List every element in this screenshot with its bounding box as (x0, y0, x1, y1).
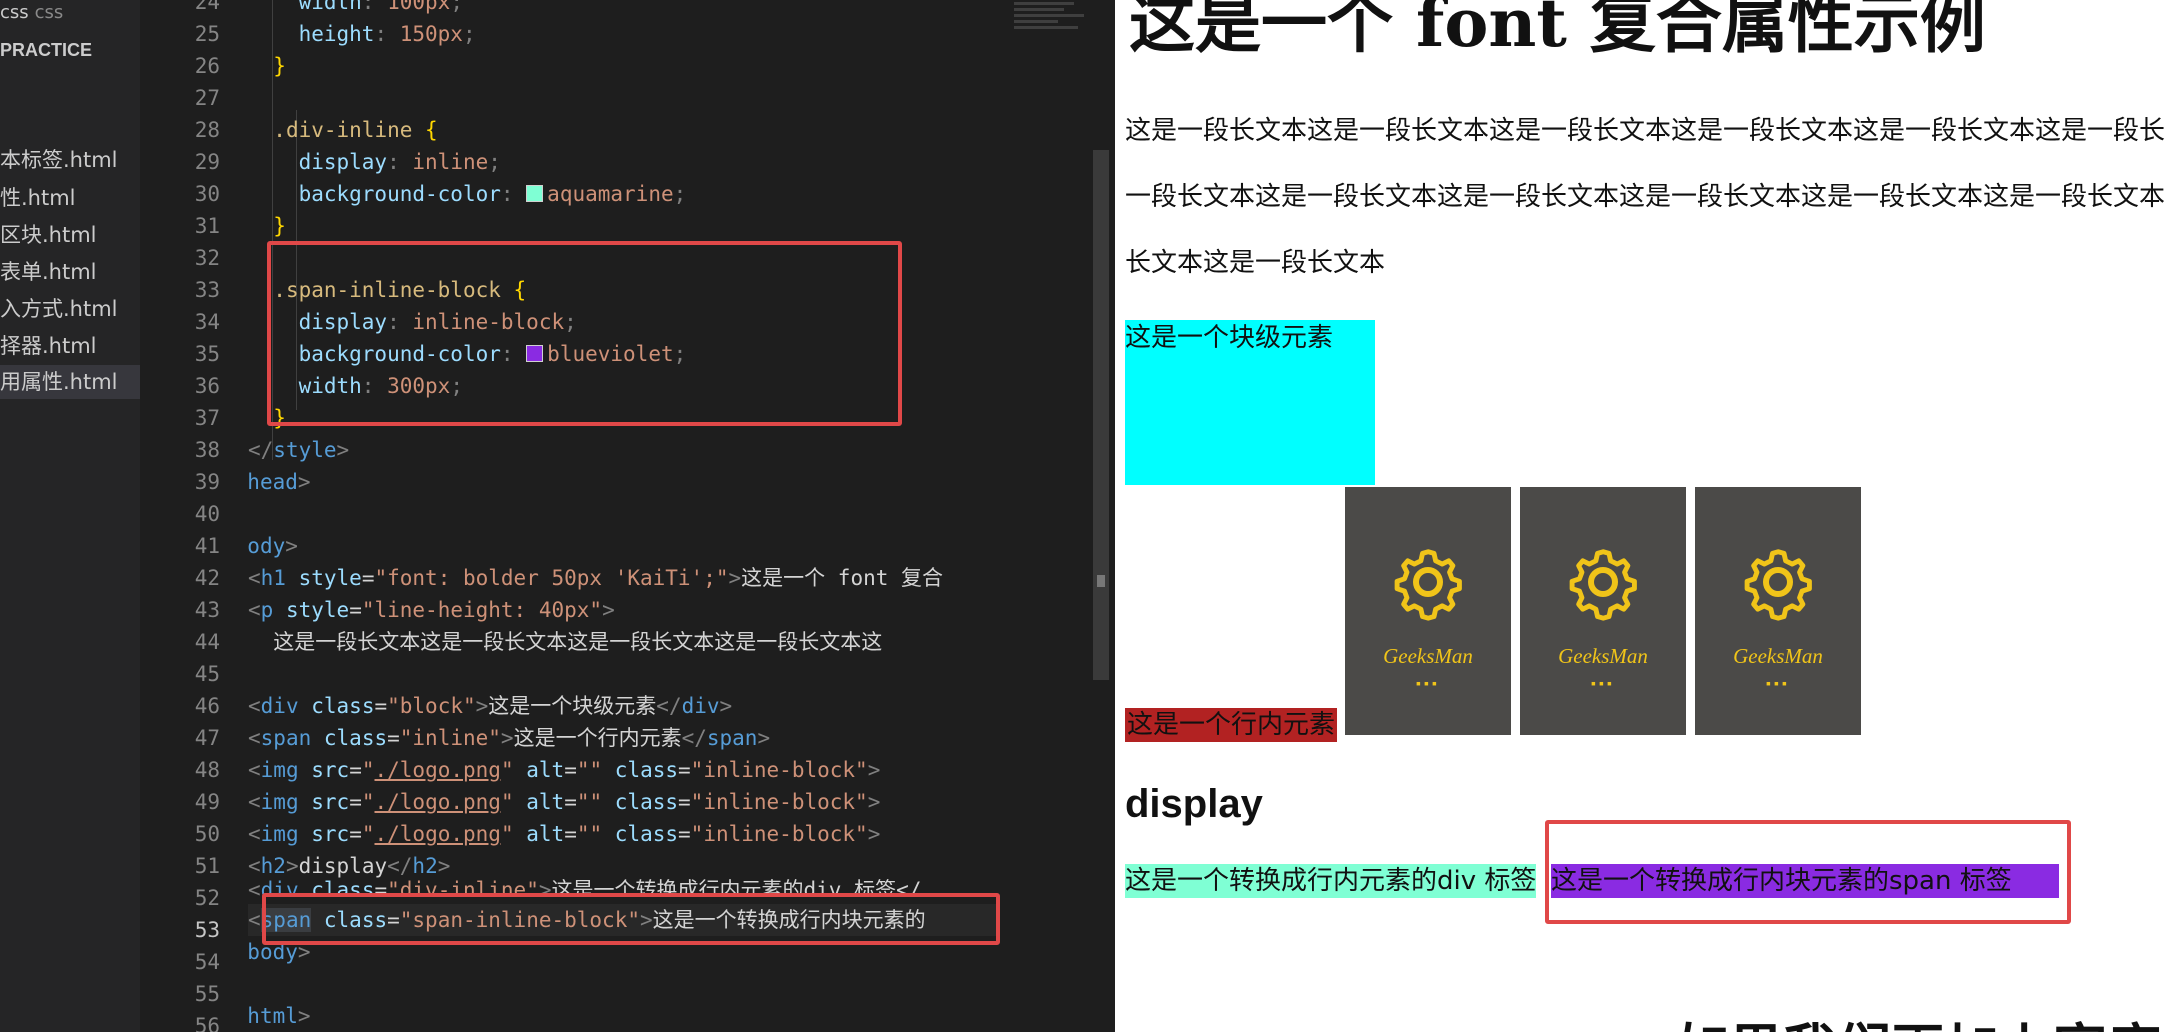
file-item[interactable]: 本标签.html (0, 143, 140, 177)
line-number: 31 (194, 214, 220, 238)
line-number: 29 (194, 150, 220, 174)
file-item[interactable]: 入方式.html (0, 292, 140, 326)
line-number-gutter: 24 25 26 27 28 29 30 31 32 33 34 35 36 37 38 39 40 41 42 43… (140, 0, 220, 1032)
line-number: 40 (194, 502, 220, 526)
logo-image: GeeksMan ▪▪▪ (1345, 487, 1511, 735)
explorer-header[interactable]: css css (0, 2, 63, 23)
highlight-box-css-rule (267, 241, 902, 426)
logo-dots: ▪▪▪ (1416, 675, 1440, 691)
code-line-42: <h1 style="font: bolder 50px 'KaiTi';">这… (248, 566, 944, 590)
file-item[interactable]: 择器.html (0, 329, 140, 363)
code-line-48: <img src="./logo.png" alt="" class="inli… (248, 758, 881, 782)
preview-paragraph-line: 长文本这是一段长文本 (1125, 248, 1386, 278)
gear-icon (1744, 549, 1812, 621)
line-number: 32 (194, 246, 220, 270)
code-line-38: </style> (248, 438, 350, 462)
line-number: 49 (194, 790, 220, 814)
logo-brand-text: GeeksMan (1733, 644, 1823, 668)
logo-brand-text: GeeksMan (1383, 644, 1473, 668)
preview-block-element: 这是一个块级元素 (1125, 320, 1375, 485)
line-number: 45 (194, 662, 220, 686)
scrollbar-thumb[interactable] (1097, 575, 1105, 587)
line-number: 48 (194, 758, 220, 782)
line-number: 38 (194, 438, 220, 462)
line-number: 52 (194, 886, 220, 910)
code-area[interactable]: width: 100px; height: 150px; } .div-inli… (248, 0, 998, 1032)
line-number: 35 (194, 342, 220, 366)
code-line-43: <p style="line-height: 40px"> (248, 598, 615, 622)
line-number: 30 (194, 182, 220, 206)
explorer-sidebar: css css PRACTICE 本标签.html 性.html 区块.html … (0, 0, 140, 1032)
code-line-26: } (273, 54, 286, 78)
preview-paragraph-line: 这是一段长文本这是一段长文本这是一段长文本这是一段长文本这是一段长文本这是一段长 (1125, 116, 2166, 146)
folder-css-label: css (0, 2, 29, 23)
code-line-46: <div class="block">这是一个块级元素</div> (248, 694, 733, 718)
preview-div-inline: 这是一个转换成行内元素的div 标签 (1125, 864, 1537, 898)
code-line-41: <body> (248, 534, 298, 558)
logo-dots: ▪▪▪ (1591, 675, 1615, 691)
folder-practice[interactable]: PRACTICE (0, 40, 92, 61)
gear-icon (1394, 549, 1462, 621)
line-number: 27 (194, 86, 220, 110)
folder-css-hint: css (34, 2, 64, 23)
logo-image: GeeksMan ▪▪▪ (1520, 487, 1686, 735)
preview-subheading: display (1125, 782, 1263, 826)
browser-preview: 这是一个 font 复合属性示例 这是一段长文本这是一段长文本这是一段长文本这是… (1115, 0, 2169, 1032)
logo-brand-text: GeeksMan (1558, 644, 1648, 668)
line-number: 56 (194, 1014, 220, 1032)
line-number: 53 (194, 918, 220, 942)
code-line-56: </html> (248, 1004, 311, 1028)
highlight-box-span-line (262, 893, 1000, 945)
line-number: 42 (194, 566, 220, 590)
line-number: 43 (194, 598, 220, 622)
line-number: 24 (194, 0, 220, 14)
file-item[interactable]: 性.html (0, 181, 140, 215)
color-swatch[interactable] (526, 185, 544, 202)
logo-image: GeeksMan ▪▪▪ (1695, 487, 1861, 735)
code-line-44: 这是一段长文本这是一段长文本这是一段长文本这是一段长文本这 (273, 630, 883, 654)
code-line-28: .div-inline { (273, 118, 438, 142)
code-line-25: height: 150px; (298, 22, 476, 46)
code-line-50: <img src="./logo.png" alt="" class="inli… (248, 822, 881, 846)
code-line-31: } (273, 214, 286, 238)
preview-inline-element: 这是一个行内元素 (1125, 708, 1338, 742)
line-number: 46 (194, 694, 220, 718)
code-line-30: background-color: aquamarine; (298, 182, 687, 206)
highlight-box-preview (1545, 820, 2071, 924)
minimap[interactable] (1010, 0, 1090, 1032)
line-number: 39 (194, 470, 220, 494)
preview-paragraph-line: 一段长文本这是一段长文本这是一段长文本这是一段长文本这是一段长文本这是一段长文本 (1125, 182, 2166, 212)
line-number: 37 (194, 406, 220, 430)
gear-icon (1569, 549, 1637, 621)
line-number: 54 (194, 950, 220, 974)
line-number: 34 (194, 310, 220, 334)
line-number: 25 (194, 22, 220, 46)
code-line-49: <img src="./logo.png" alt="" class="inli… (248, 790, 881, 814)
file-item[interactable]: 表单.html (0, 255, 140, 289)
video-subtitle: 如果我们再加上宽度，那就可以看到效果 (1675, 1005, 2169, 1032)
editor-scrollbar[interactable] (1093, 150, 1109, 680)
line-number: 28 (194, 118, 220, 142)
code-line-24: width: 100px; (298, 0, 463, 14)
line-number: 26 (194, 54, 220, 78)
line-number: 44 (194, 630, 220, 654)
logo-dots: ▪▪▪ (1766, 675, 1790, 691)
file-item[interactable]: 区块.html (0, 218, 140, 252)
code-editor[interactable]: 24 25 26 27 28 29 30 31 32 33 34 35 36 37 38 39 40 41 42 43… (140, 0, 1000, 1032)
preview-heading: 这是一个 font 复合属性示例 (1129, 0, 1986, 62)
line-number: 36 (194, 374, 220, 398)
line-number: 41 (194, 534, 220, 558)
file-item-active[interactable]: 用属性.html (0, 365, 140, 399)
line-number: 47 (194, 726, 220, 750)
code-line-29: display: inline; (298, 150, 501, 174)
line-number: 50 (194, 822, 220, 846)
code-line-39: </head> (248, 470, 311, 494)
code-line-47: <span class="inline">这是一个行内元素</span> (248, 726, 771, 750)
line-number: 51 (194, 854, 220, 878)
line-number: 33 (194, 278, 220, 302)
line-number: 55 (194, 982, 220, 1006)
